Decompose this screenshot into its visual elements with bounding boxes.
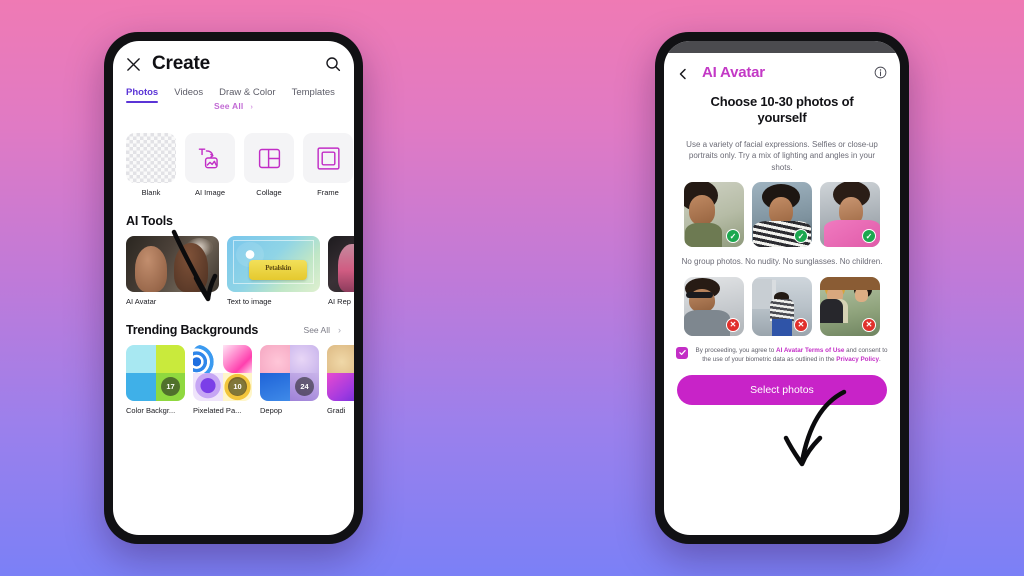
pixelated-background-thumbnail: 10 [193, 345, 252, 401]
template-ai-image[interactable]: AI Image [185, 133, 235, 197]
left-tab-bar: Photos Videos Draw & Color Templates [113, 81, 354, 103]
template-ai-image-label: AI Image [194, 188, 225, 197]
ai-tool-ai-rep-label: AI Rep [328, 297, 351, 306]
phone-right-screen: AI Avatar Choose 10-30 photos of yoursel… [664, 41, 900, 535]
badge-count: 17 [161, 377, 180, 396]
ai-tool-ai-avatar[interactable]: AI Avatar [126, 236, 219, 306]
select-photos-button[interactable]: Select photos [677, 375, 887, 406]
floating-see-all-link[interactable]: See All › [113, 101, 354, 111]
phone-left: Create Photos Videos Draw & Color Templa… [104, 32, 363, 544]
ai-tools-section-header: AI Tools [126, 214, 341, 228]
consent-text-before: By proceeding, you agree to [695, 346, 777, 354]
ai-tools-title: AI Tools [126, 214, 173, 228]
thumbnail-art-text: Petalskin [265, 264, 292, 272]
trending-see-all-link[interactable]: See All › [304, 325, 341, 335]
color-background-thumbnail: 17 [126, 345, 185, 401]
ai-rep-thumbnail [328, 236, 354, 292]
back-chevron-icon[interactable] [677, 67, 689, 79]
background-item-color[interactable]: 17 Color Backgr... [126, 345, 185, 415]
good-example-photo[interactable]: ✓ [820, 182, 880, 248]
search-icon[interactable] [325, 56, 341, 72]
frame-icon [303, 133, 353, 183]
good-examples-row: ✓ ✓ ✓ [664, 173, 900, 248]
trending-see-all-label: See All [303, 325, 330, 335]
ai-tool-ai-avatar-label: AI Avatar [126, 297, 157, 306]
status-bar [664, 41, 900, 53]
good-example-photo[interactable]: ✓ [684, 182, 744, 248]
background-item-pixelated-label: Pixelated Pa... [193, 406, 242, 415]
screen-heading: Choose 10-30 photos of yourself [710, 94, 854, 126]
screen-subtext: Use a variety of facial expressions. Sel… [686, 139, 878, 172]
phone-left-screen: Create Photos Videos Draw & Color Templa… [113, 41, 354, 535]
bad-example-photo[interactable]: ✕ [684, 276, 744, 336]
template-frame-label: Frame [317, 188, 339, 197]
right-app-header: AI Avatar [664, 53, 900, 90]
trending-backgrounds-row: 17 Color Backgr... 10 Pixelated Pa... 24… [126, 345, 354, 415]
ai-tool-ai-rep[interactable]: AI Rep [328, 236, 354, 306]
template-blank[interactable]: Blank [126, 133, 176, 197]
background-item-gradient[interactable]: Gradi [327, 345, 354, 415]
page-title: AI Avatar [702, 64, 765, 81]
page-title: Create [152, 53, 210, 74]
consent-row[interactable]: By proceeding, you agree to AI Avatar Te… [664, 346, 900, 364]
badge-count: 10 [228, 377, 247, 396]
phone-right: AI Avatar Choose 10-30 photos of yoursel… [655, 32, 909, 544]
template-row: Blank AI Image Collage Frame [126, 133, 353, 197]
template-frame[interactable]: Frame [303, 133, 353, 197]
ai-avatar-thumbnail [126, 236, 219, 292]
status-badge-rejected: ✕ [794, 317, 808, 332]
close-icon[interactable] [126, 57, 141, 72]
status-badge-rejected: ✕ [726, 317, 740, 332]
ai-tool-text-to-image-label: Text to image [227, 297, 272, 306]
privacy-policy-link[interactable]: Privacy Policy [836, 356, 879, 363]
background-item-gradient-label: Gradi [327, 406, 346, 415]
gradient-background-thumbnail [327, 345, 354, 401]
template-blank-label: Blank [141, 188, 161, 197]
trending-section-header: Trending Backgrounds See All › [126, 323, 341, 337]
chevron-right-icon: › [250, 104, 253, 111]
collage-grid-icon [244, 133, 294, 183]
ai-tool-text-to-image[interactable]: Petalskin Text to image [227, 236, 320, 306]
left-content: Blank AI Image Collage Frame AI Tools AI… [113, 133, 354, 415]
ai-tools-row: AI Avatar Petalskin Text to image AI Rep [126, 236, 354, 306]
template-collage[interactable]: Collage [244, 133, 294, 197]
depop-background-thumbnail: 24 [260, 345, 319, 401]
bad-examples-row: ✕ ✕ ✕ [664, 268, 900, 336]
consent-text-after: . [879, 356, 881, 363]
floating-see-all-label: See All [214, 101, 244, 111]
text-to-image-icon [185, 133, 235, 183]
consent-text: By proceeding, you agree to AI Avatar Te… [695, 346, 888, 364]
good-example-photo[interactable]: ✓ [752, 182, 812, 248]
restrictions-note: No group photos. No nudity. No sunglasse… [681, 257, 883, 267]
badge-count: 24 [295, 377, 314, 396]
trending-title: Trending Backgrounds [126, 323, 259, 337]
background-item-depop[interactable]: 24 Depop [260, 345, 319, 415]
text-to-image-thumbnail: Petalskin [227, 236, 320, 292]
template-collage-label: Collage [256, 188, 282, 197]
consent-checkbox[interactable] [676, 346, 688, 359]
terms-of-use-link[interactable]: AI Avatar Terms of Use [776, 347, 844, 354]
left-app-header: Create [113, 41, 354, 81]
status-badge-rejected: ✕ [862, 317, 876, 332]
chevron-right-icon: › [338, 325, 341, 335]
info-icon[interactable] [874, 66, 887, 79]
background-item-pixelated[interactable]: 10 Pixelated Pa... [193, 345, 252, 415]
bad-example-photo[interactable]: ✕ [752, 276, 812, 336]
background-item-depop-label: Depop [260, 406, 283, 415]
checkerboard-icon [126, 133, 176, 183]
background-item-color-label: Color Backgr... [126, 406, 176, 415]
bad-example-photo[interactable]: ✕ [820, 276, 880, 336]
